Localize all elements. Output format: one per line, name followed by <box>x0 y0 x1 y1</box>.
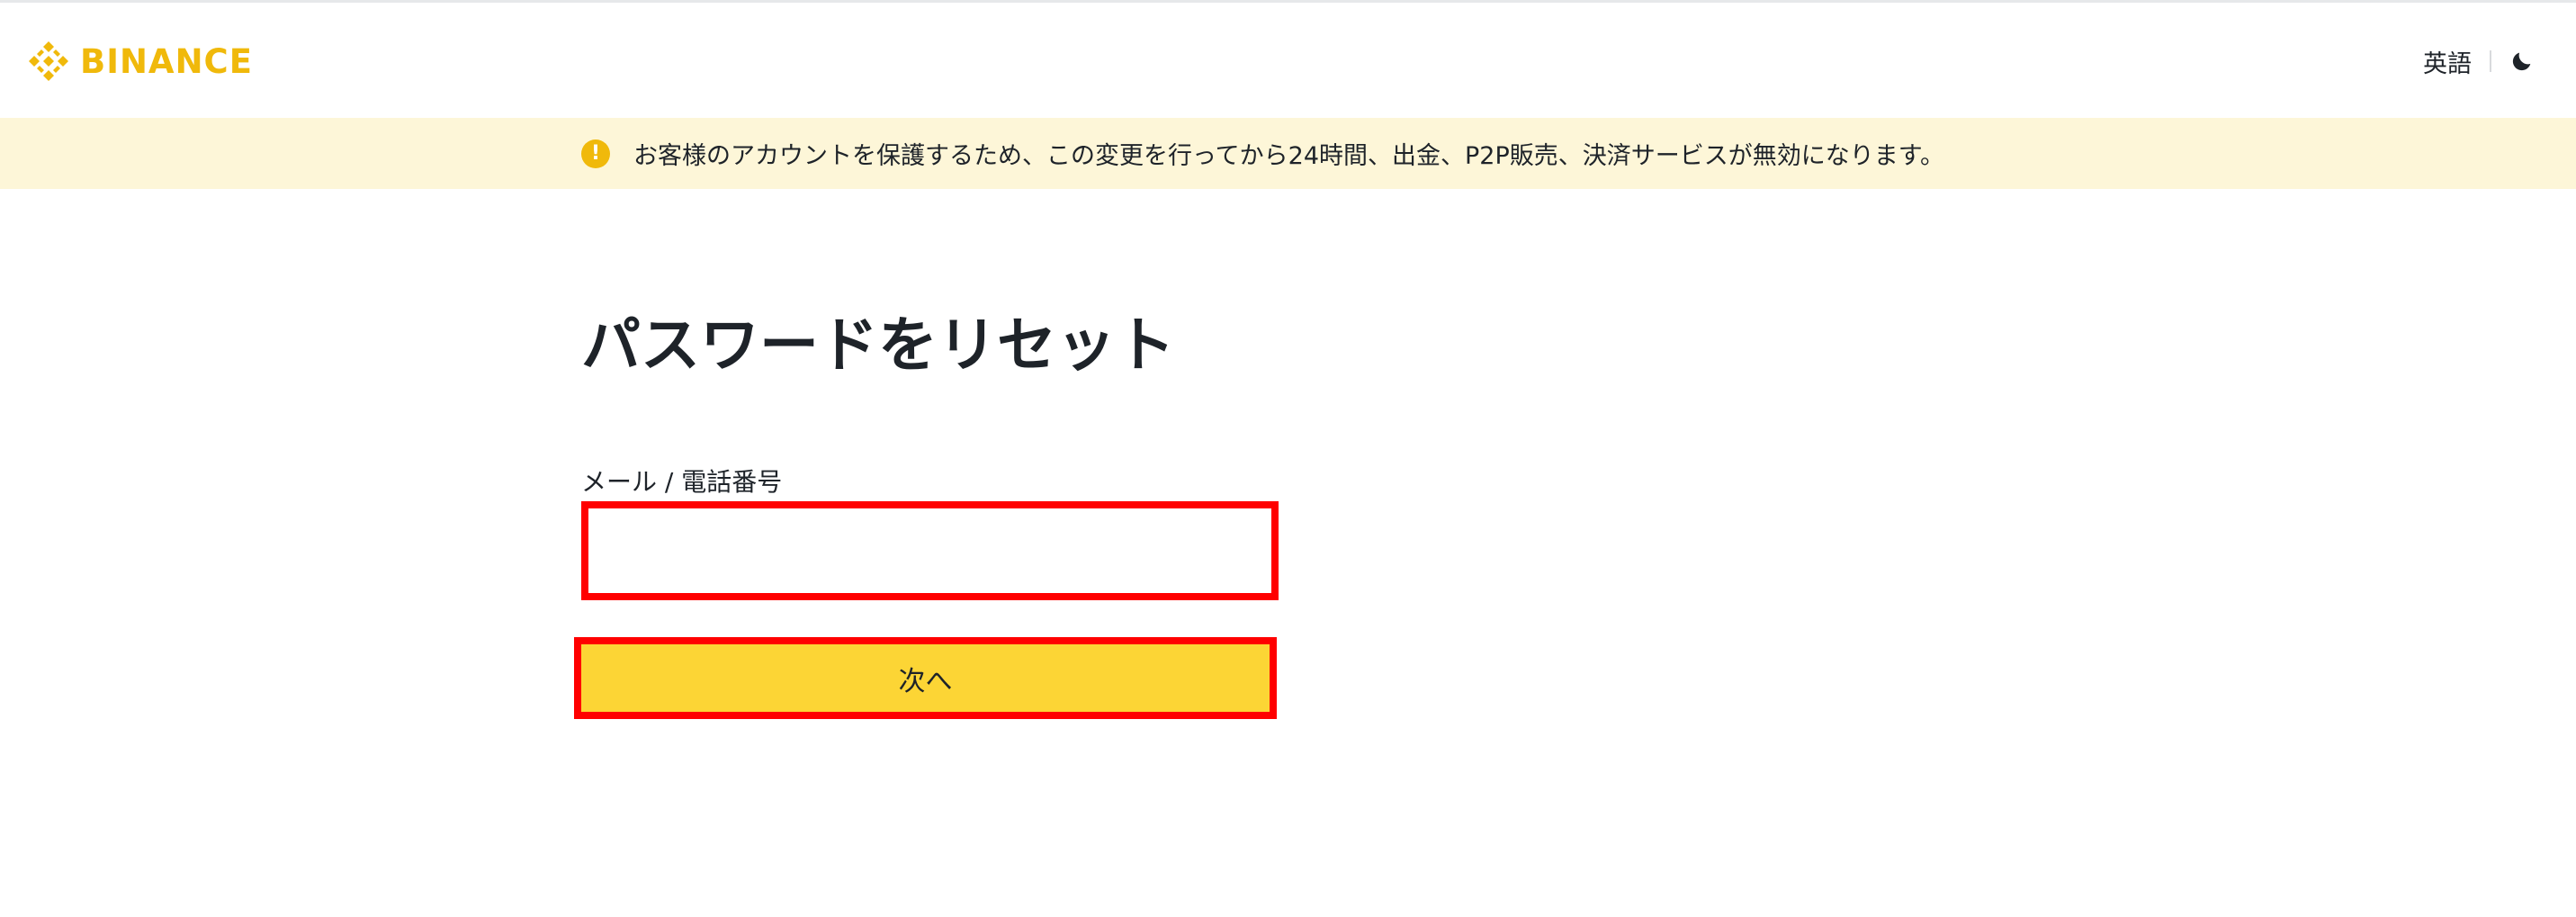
page-title: パスワードをリセット <box>581 310 1175 380</box>
banner-content: ! お客様のアカウントを保護するため、この変更を行ってから24時間、出金、P2P… <box>581 118 1944 189</box>
header: BINANCE 英語 <box>0 3 2576 118</box>
logo-text: BINANCE <box>80 41 253 81</box>
email-phone-label: メール / 電話番号 <box>581 467 783 497</box>
banner-text: お客様のアカウントを保護するため、この変更を行ってから24時間、出金、P2P販売… <box>633 142 1945 170</box>
header-actions: 英語 <box>2423 40 2535 82</box>
binance-logo[interactable]: BINANCE <box>26 39 253 84</box>
language-selector[interactable]: 英語 <box>2423 44 2472 79</box>
binance-logo-icon <box>26 39 71 84</box>
header-divider <box>2490 50 2491 72</box>
email-phone-input[interactable] <box>588 508 1271 593</box>
next-button[interactable]: 次へ <box>574 637 1277 719</box>
exclamation-circle-icon: ! <box>581 139 610 168</box>
security-warning-banner: ! お客様のアカウントを保護するため、この変更を行ってから24時間、出金、P2P… <box>0 118 2576 189</box>
email-phone-field-wrapper <box>581 501 1279 600</box>
moon-icon[interactable] <box>2509 49 2535 74</box>
